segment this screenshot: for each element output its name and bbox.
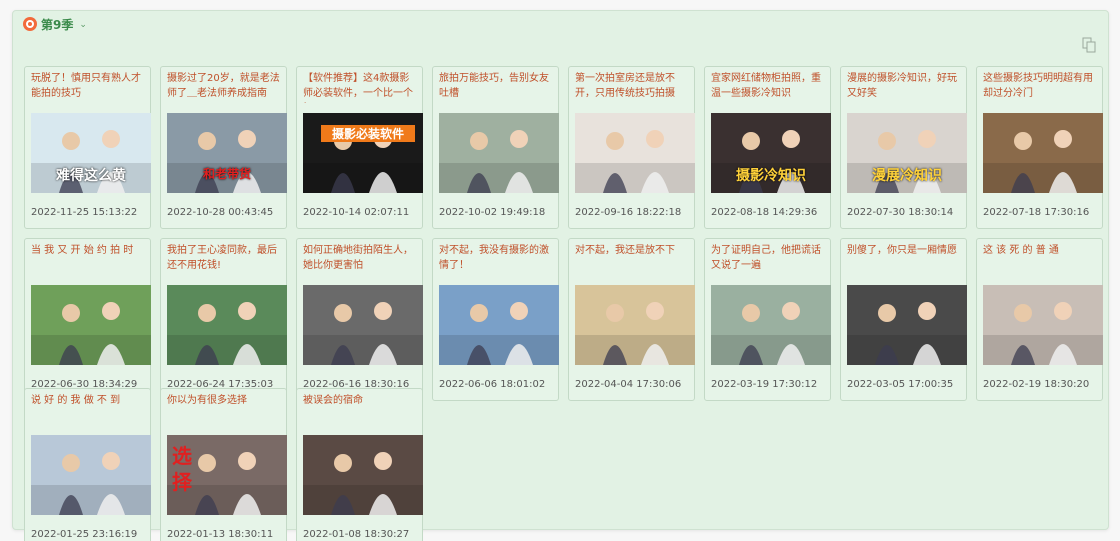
video-title[interactable]: 对不起，我还是放不下 (575, 243, 691, 275)
video-card[interactable]: 这 该 死 的 普 通 2022-02-19 18:30:20 (976, 238, 1103, 401)
video-card[interactable]: 当 我 又 开 始 约 拍 时 2022-06-30 18:34:29 (24, 238, 151, 401)
video-card[interactable]: 摄影过了20岁，就是老法师了＿老法师养成指南和老带货 2022-10-28 00:… (160, 66, 287, 229)
video-date: 2022-06-06 18:01:02 (439, 379, 546, 390)
video-date: 2022-04-04 17:30:06 (575, 379, 682, 390)
video-date: 2022-03-05 17:00:35 (847, 379, 954, 390)
video-title[interactable]: 如何正确地街拍陌生人，她比你更害怕 (303, 243, 419, 275)
app-logo-icon (23, 17, 37, 31)
video-card[interactable]: 玩脱了！慎用只有熟人才能拍的技巧难得这么黄 2022-11-25 15:13:22 (24, 66, 151, 229)
video-date: 2022-01-08 18:30:27 (303, 529, 410, 540)
video-card[interactable]: 这些摄影技巧明明超有用却过分冷门 2022-07-18 17:30:16 (976, 66, 1103, 229)
video-date: 2022-10-28 00:43:45 (167, 207, 274, 218)
video-title[interactable]: 对不起，我没有摄影的激情了！ (439, 243, 555, 275)
video-card[interactable]: 你以为有很多选择选择 2022-01-13 18:30:11 (160, 388, 287, 541)
video-date: 2022-07-30 18:30:14 (847, 207, 954, 218)
video-title[interactable]: 摄影过了20岁，就是老法师了＿老法师养成指南 (167, 71, 283, 103)
video-date: 2022-10-02 19:49:18 (439, 207, 546, 218)
video-title[interactable]: 为了证明自己，他把谎话又说了一遍 (711, 243, 827, 275)
video-date: 2022-07-18 17:30:16 (983, 207, 1090, 218)
thumbnail-caption: 漫展冷知识 (872, 168, 942, 184)
video-title[interactable]: 【软件推荐】这4款摄影师必装软件，一个比一个好用 (303, 71, 419, 103)
video-card[interactable]: 别傻了，你只是一厢情愿 2022-03-05 17:00:35 (840, 238, 967, 401)
video-title[interactable]: 旅拍万能技巧，告别女友吐槽 (439, 71, 555, 103)
video-date: 2022-03-19 17:30:12 (711, 379, 818, 390)
beach-thumbnail[interactable] (439, 285, 559, 365)
travel-thumbnail[interactable] (439, 113, 559, 193)
video-card[interactable]: 被误会的宿命 2022-01-08 18:30:27 (296, 388, 423, 541)
video-title[interactable]: 被误会的宿命 (303, 393, 419, 425)
bridge-thumbnail[interactable]: 和老带货 (167, 113, 287, 193)
video-date: 2022-10-14 02:07:11 (303, 207, 410, 218)
choice-thumbnail[interactable]: 选择 (167, 435, 287, 515)
street-thumbnail[interactable] (303, 285, 423, 365)
video-card[interactable]: 如何正确地街拍陌生人，她比你更害怕 2022-06-16 18:30:16 (296, 238, 423, 401)
video-title[interactable]: 当 我 又 开 始 约 拍 时 (31, 243, 147, 275)
season-panel: 第9季 ⌄ 玩脱了！慎用只有熟人才能拍的技巧难得这么黄 2022-11-25 15… (12, 10, 1109, 541)
video-date: 2022-11-25 15:13:22 (31, 207, 138, 218)
room-thumbnail[interactable] (575, 113, 695, 193)
video-title[interactable]: 我拍了王心凌同款，最后还不用花钱! (167, 243, 283, 275)
video-card[interactable]: 为了证明自己，他把谎话又说了一遍 2022-03-19 17:30:12 (704, 238, 831, 401)
people-thumbnail[interactable]: 难得这么黄 (31, 113, 151, 193)
thumbnail-caption: 摄影必装软件 (321, 125, 415, 142)
video-card[interactable]: 我拍了王心凌同款，最后还不用花钱! 2022-06-24 17:35:03 (160, 238, 287, 401)
rooftop-thumbnail[interactable] (711, 285, 831, 365)
video-title[interactable]: 说 好 的 我 做 不 到 (31, 393, 147, 425)
thumbnail-caption: 难得这么黄 (56, 168, 126, 184)
video-date: 2022-02-19 18:30:20 (983, 379, 1090, 390)
video-card[interactable]: 漫展的摄影冷知识，好玩又好笑漫展冷知识 2022-07-30 18:30:14 (840, 66, 967, 229)
chevron-down-icon[interactable]: ⌄ (79, 20, 87, 30)
thumbnail-caption: 摄影冷知识 (736, 168, 806, 184)
thumbnail-caption: 选择 (172, 444, 192, 494)
copy-icon[interactable] (1082, 37, 1096, 53)
video-card[interactable]: 对不起，我没有摄影的激情了！ 2022-06-06 18:01:02 (432, 238, 559, 401)
video-card[interactable]: 宜家网红储物柜拍照，重温一些摄影冷知识摄影冷知识 2022-08-18 14:29… (704, 66, 831, 229)
anime-thumbnail[interactable]: 漫展冷知识 (847, 113, 967, 193)
field-thumbnail[interactable] (31, 285, 151, 365)
thumbnail-caption: 和老带货 (202, 167, 251, 181)
video-date: 2022-01-25 23:16:19 (31, 529, 138, 540)
video-title[interactable]: 这些摄影技巧明明超有用却过分冷门 (983, 71, 1099, 103)
fate-thumbnail[interactable] (303, 435, 423, 515)
video-card[interactable]: 说 好 的 我 做 不 到 2022-01-25 23:16:19 (24, 388, 151, 541)
garden-thumbnail[interactable] (167, 285, 287, 365)
video-title[interactable]: 你以为有很多选择 (167, 393, 283, 425)
video-title[interactable]: 这 该 死 的 普 通 (983, 243, 1099, 275)
video-date: 2022-01-13 18:30:11 (167, 529, 274, 540)
video-card[interactable]: 【软件推荐】这4款摄影师必装软件，一个比一个好用摄影必装软件 2022-10-14… (296, 66, 423, 229)
video-title[interactable]: 漫展的摄影冷知识，好玩又好笑 (847, 71, 963, 103)
video-title[interactable]: 宜家网红储物柜拍照，重温一些摄影冷知识 (711, 71, 827, 103)
tips-thumbnail[interactable] (983, 113, 1103, 193)
locker-thumbnail[interactable]: 摄影冷知识 (711, 113, 831, 193)
station-thumbnail[interactable] (575, 285, 695, 365)
software-thumbnail[interactable]: 摄影必装软件 (303, 113, 423, 193)
video-title[interactable]: 别傻了，你只是一厢情愿 (847, 243, 963, 275)
video-title[interactable]: 第一次拍室房还是放不开，只用传统技巧拍摄 (575, 71, 691, 103)
street-night-thumbnail[interactable] (847, 285, 967, 365)
season-header[interactable]: 第9季 ⌄ (23, 15, 87, 33)
video-date: 2022-09-16 18:22:18 (575, 207, 682, 218)
video-card[interactable]: 第一次拍室房还是放不开，只用传统技巧拍摄 2022-09-16 18:22:18 (568, 66, 695, 229)
camera-thumbnail[interactable] (31, 435, 151, 515)
video-title[interactable]: 玩脱了！慎用只有熟人才能拍的技巧 (31, 71, 147, 103)
dinner-thumbnail[interactable] (983, 285, 1103, 365)
video-card[interactable]: 对不起，我还是放不下 2022-04-04 17:30:06 (568, 238, 695, 401)
season-title[interactable]: 第9季 (41, 16, 73, 33)
video-card[interactable]: 旅拍万能技巧，告别女友吐槽 2022-10-02 19:49:18 (432, 66, 559, 229)
video-date: 2022-08-18 14:29:36 (711, 207, 818, 218)
